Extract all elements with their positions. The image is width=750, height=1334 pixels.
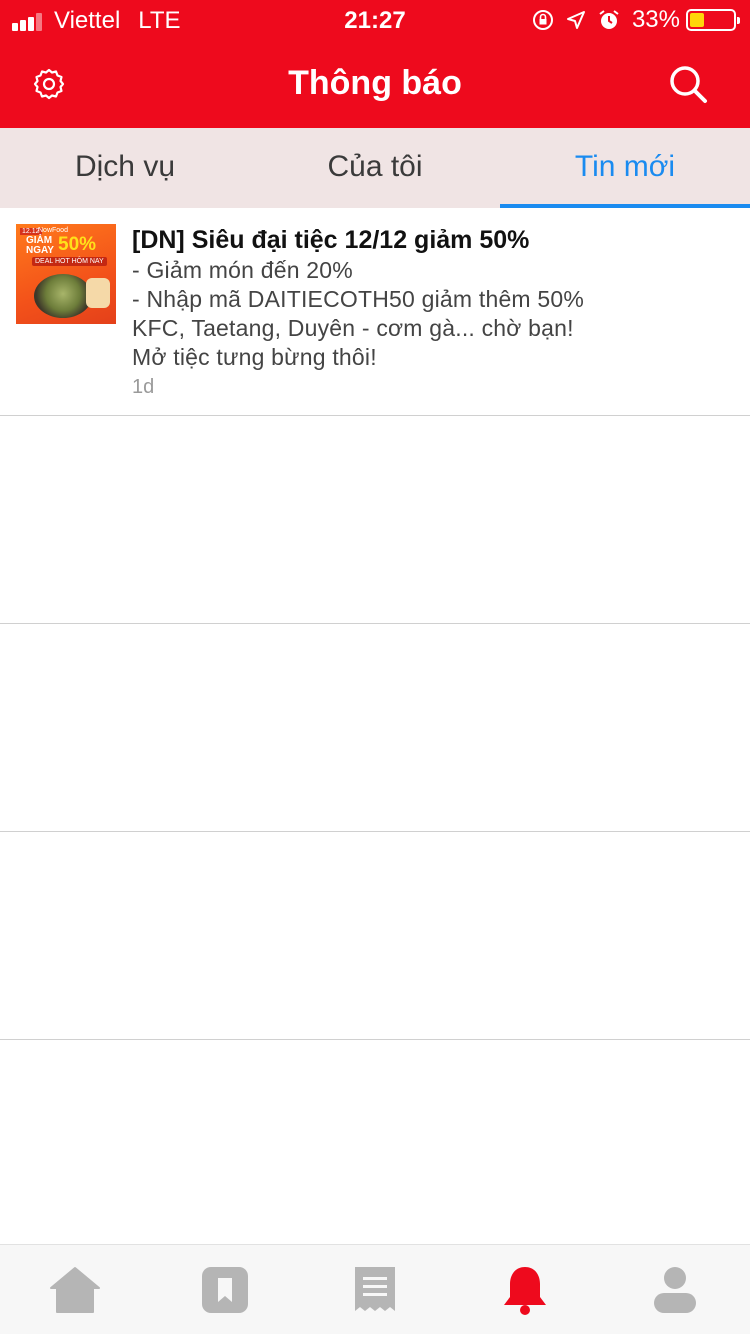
alarm-icon: [599, 10, 619, 29]
tab-mine[interactable]: Của tôi: [250, 128, 500, 208]
tab-notifications[interactable]: [450, 1245, 600, 1334]
profile-icon: [654, 1266, 696, 1313]
bookmark-icon: [202, 1266, 248, 1313]
battery-percent: 33%: [631, 6, 680, 33]
notification-item[interactable]: 12.12 NowFood GIẢM NGAY 50% DEAL HOT HÔM …: [0, 208, 750, 416]
empty-row: [0, 624, 750, 832]
notification-line: KFC, Taetang, Duyên - cơm gà... chờ bạn!: [132, 315, 574, 341]
status-bar: Viettel LTE 21:27 33%: [0, 0, 750, 40]
bottom-tab-bar: [0, 1244, 750, 1334]
tab-home[interactable]: [0, 1245, 150, 1334]
location-icon: [566, 11, 585, 29]
notification-line: - Nhập mã DAITIECOTH50 giảm thêm 50%: [132, 286, 585, 312]
navigation-bar: Thông báo: [0, 40, 750, 128]
tab-orders[interactable]: [300, 1245, 450, 1334]
notification-line: Mở tiệc tưng bừng thôi!: [132, 344, 377, 370]
search-button[interactable]: [664, 60, 712, 108]
notification-thumbnail: 12.12 NowFood GIẢM NGAY 50% DEAL HOT HÔM …: [16, 224, 116, 324]
food-image: [34, 274, 92, 318]
receipt-icon: [355, 1266, 395, 1311]
tab-news[interactable]: Tin mới: [500, 128, 750, 208]
tab-services[interactable]: Dịch vụ: [0, 128, 250, 208]
empty-row: [0, 416, 750, 624]
notification-list: 12.12 NowFood GIẢM NGAY 50% DEAL HOT HÔM …: [0, 208, 750, 1040]
search-icon: [670, 66, 707, 103]
tab-saved[interactable]: [150, 1245, 300, 1334]
battery-icon: [686, 9, 740, 31]
notification-line: - Giảm món đến 20%: [132, 257, 353, 283]
notification-title: [DN] Siêu đại tiệc 12/12 giảm 50%: [132, 226, 530, 254]
notification-content: [DN] Siêu đại tiệc 12/12 giảm 50% - Giảm…: [116, 224, 734, 399]
tab-bar: Dịch vụ Của tôi Tin mới: [0, 128, 750, 208]
notification-time: 1d: [132, 376, 155, 398]
tab-profile[interactable]: [600, 1245, 750, 1334]
bell-icon: [504, 1266, 546, 1315]
top-bar: Viettel LTE 21:27 33% Thông báo: [0, 0, 750, 128]
home-icon: [50, 1266, 100, 1313]
page-title: Thông báo: [288, 64, 462, 102]
rotation-lock-icon: [532, 10, 553, 30]
empty-row: [0, 832, 750, 1040]
